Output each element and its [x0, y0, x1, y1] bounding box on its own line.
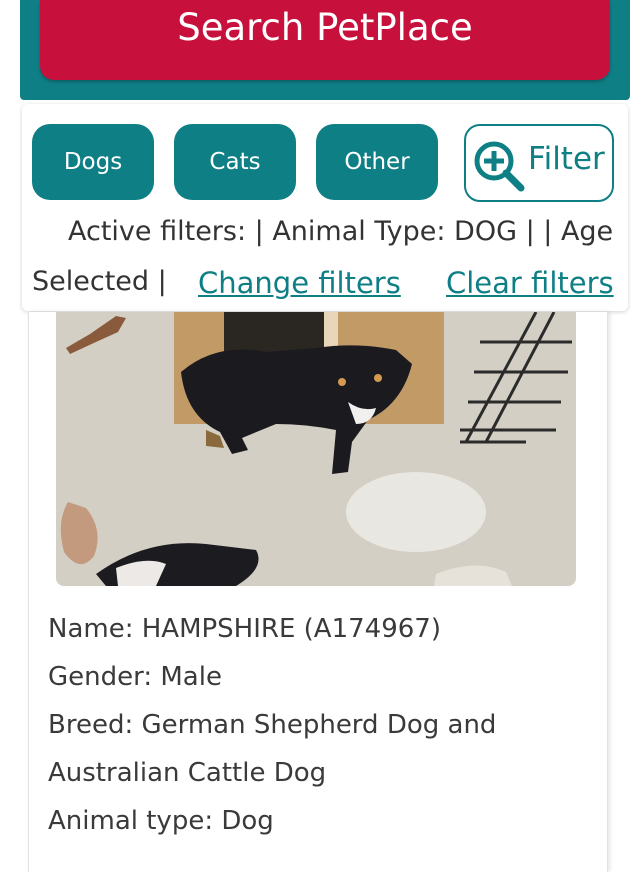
filter-button[interactable]: Filter	[464, 124, 614, 202]
search-petplace-button[interactable]: Search PetPlace	[40, 0, 610, 80]
clear-filters-link[interactable]: Clear filters	[446, 266, 614, 300]
tab-other[interactable]: Other	[316, 124, 438, 200]
active-filters-text: Active filters: | Animal Type: DOG | | A…	[68, 216, 614, 247]
dog-photo-icon	[56, 312, 576, 586]
pet-animal-type: Animal type: Dog	[48, 806, 274, 836]
pet-name: Name: HAMPSHIRE (A174967)	[48, 614, 441, 644]
pet-breed-continued: Australian Cattle Dog	[48, 758, 327, 788]
pet-photo[interactable]	[56, 312, 576, 586]
pet-breed: Breed: German Shepherd Dog and	[48, 710, 497, 740]
active-filters-text-continued: Selected |	[32, 266, 167, 297]
filter-panel: Dogs Cats Other Filter Active filters: |…	[22, 104, 628, 311]
filter-button-label: Filter	[528, 141, 605, 177]
zoom-in-icon	[472, 139, 526, 201]
change-filters-link[interactable]: Change filters	[198, 266, 401, 300]
tab-cats[interactable]: Cats	[174, 124, 296, 200]
tab-dogs[interactable]: Dogs	[32, 124, 154, 200]
pet-gender: Gender: Male	[48, 662, 222, 692]
